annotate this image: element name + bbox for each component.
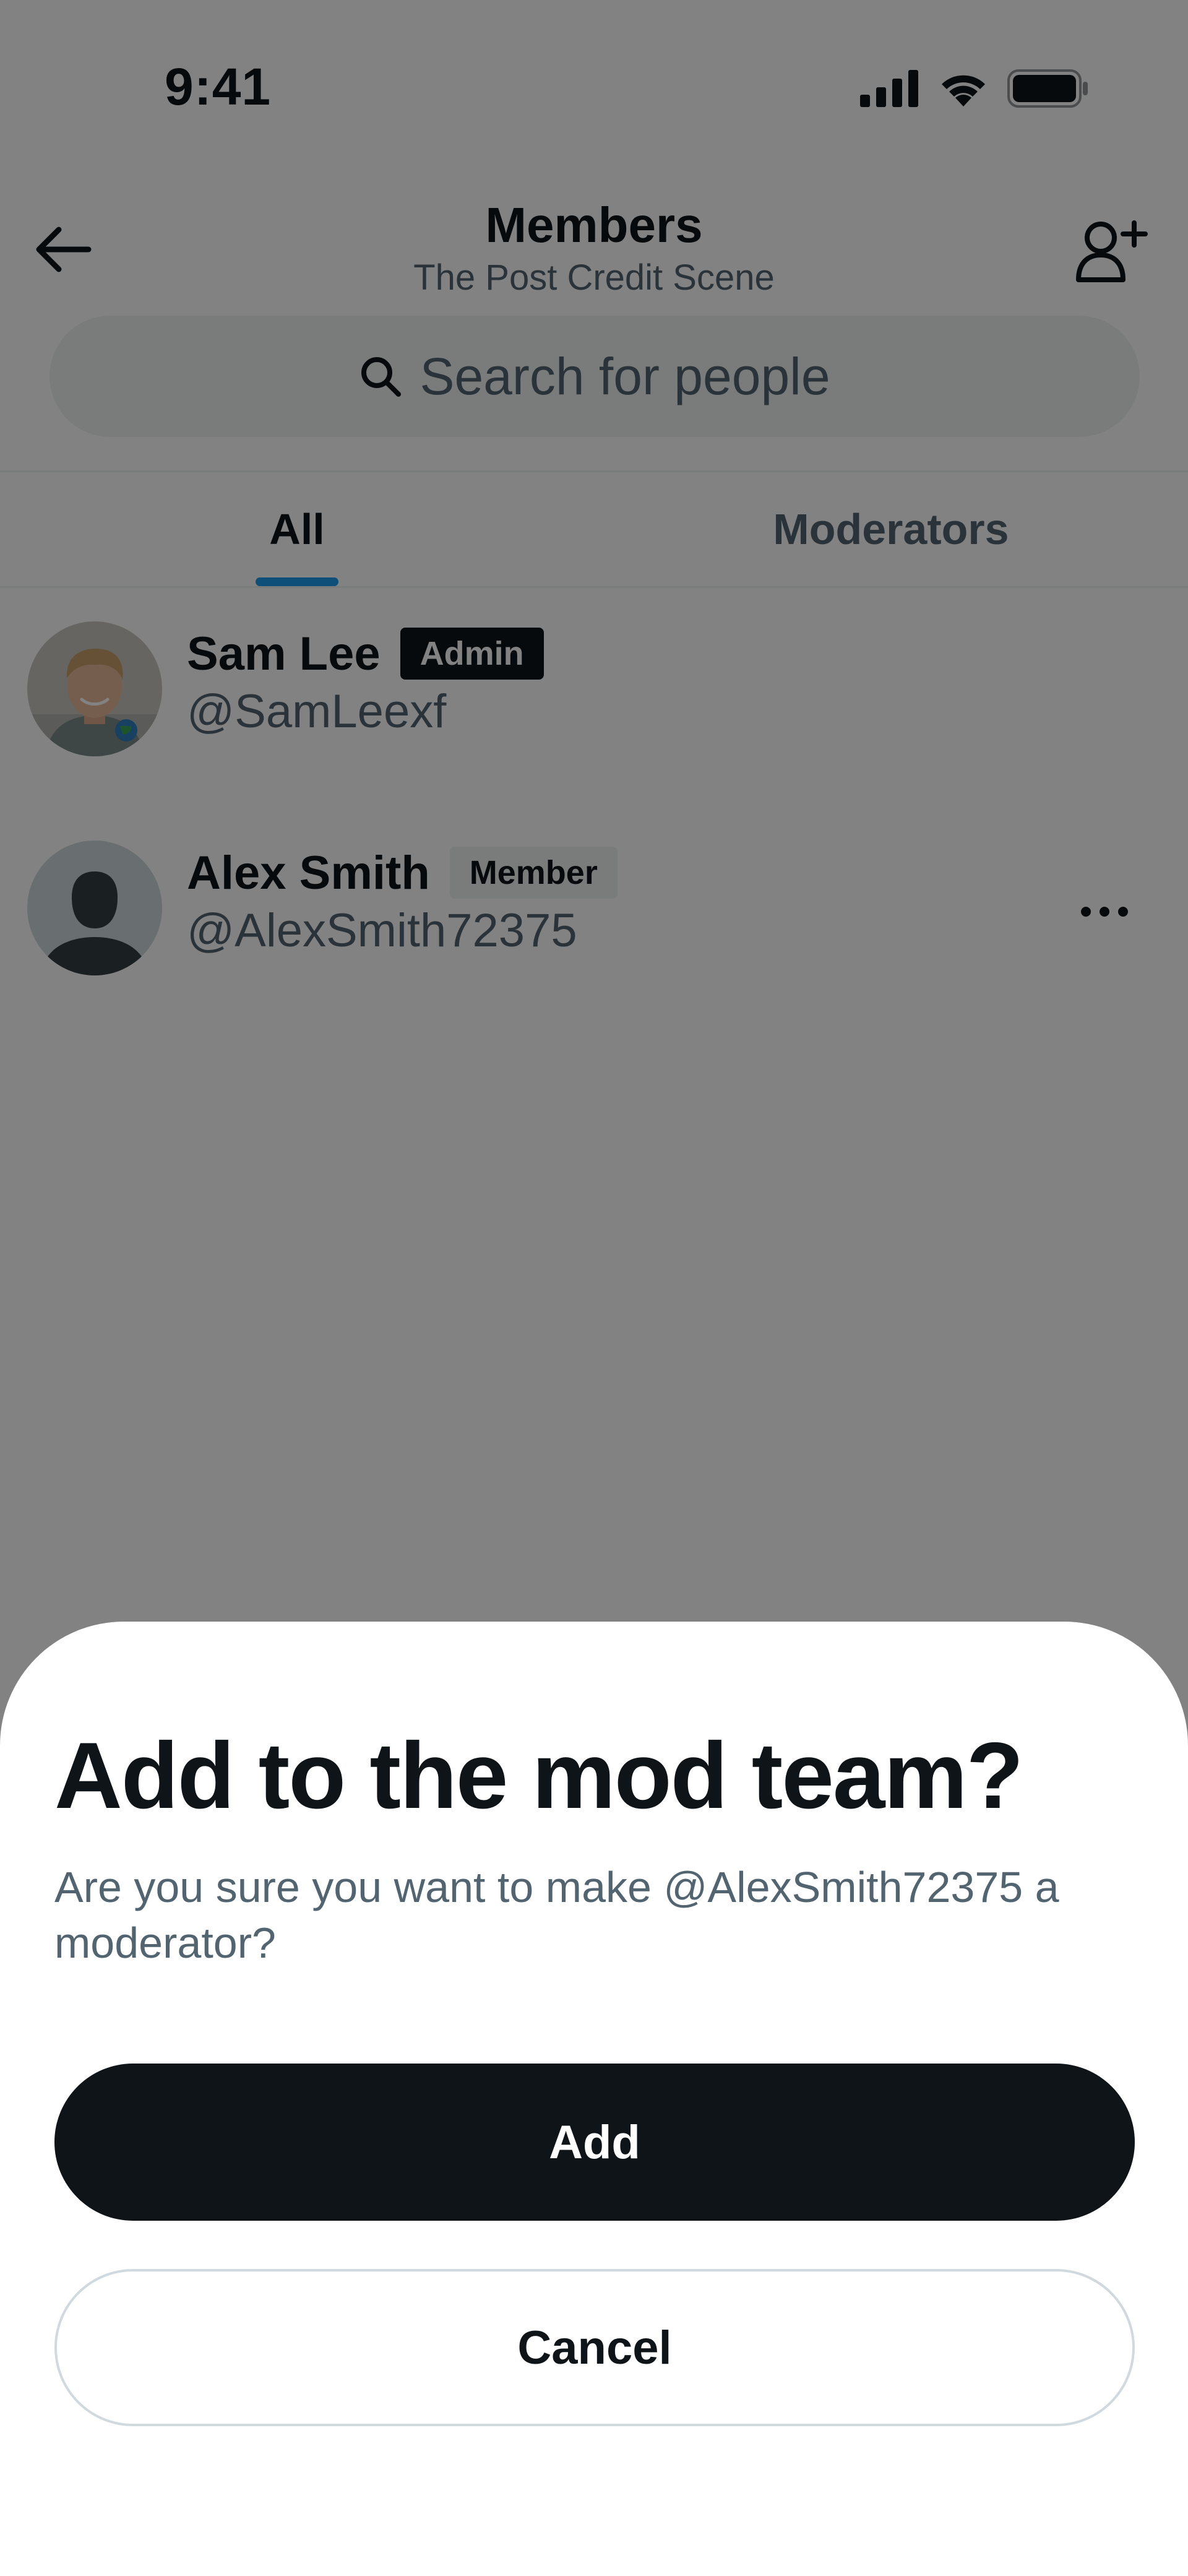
confirm-dialog-sheet: Add to the mod team? Are you sure you wa…: [0, 1622, 1188, 2576]
cancel-button[interactable]: Cancel: [54, 2269, 1135, 2426]
add-button[interactable]: Add: [54, 2064, 1135, 2221]
dialog-title: Add to the mod team?: [54, 1723, 1023, 1828]
dialog-description: Are you sure you want to make @AlexSmith…: [54, 1863, 1059, 1967]
